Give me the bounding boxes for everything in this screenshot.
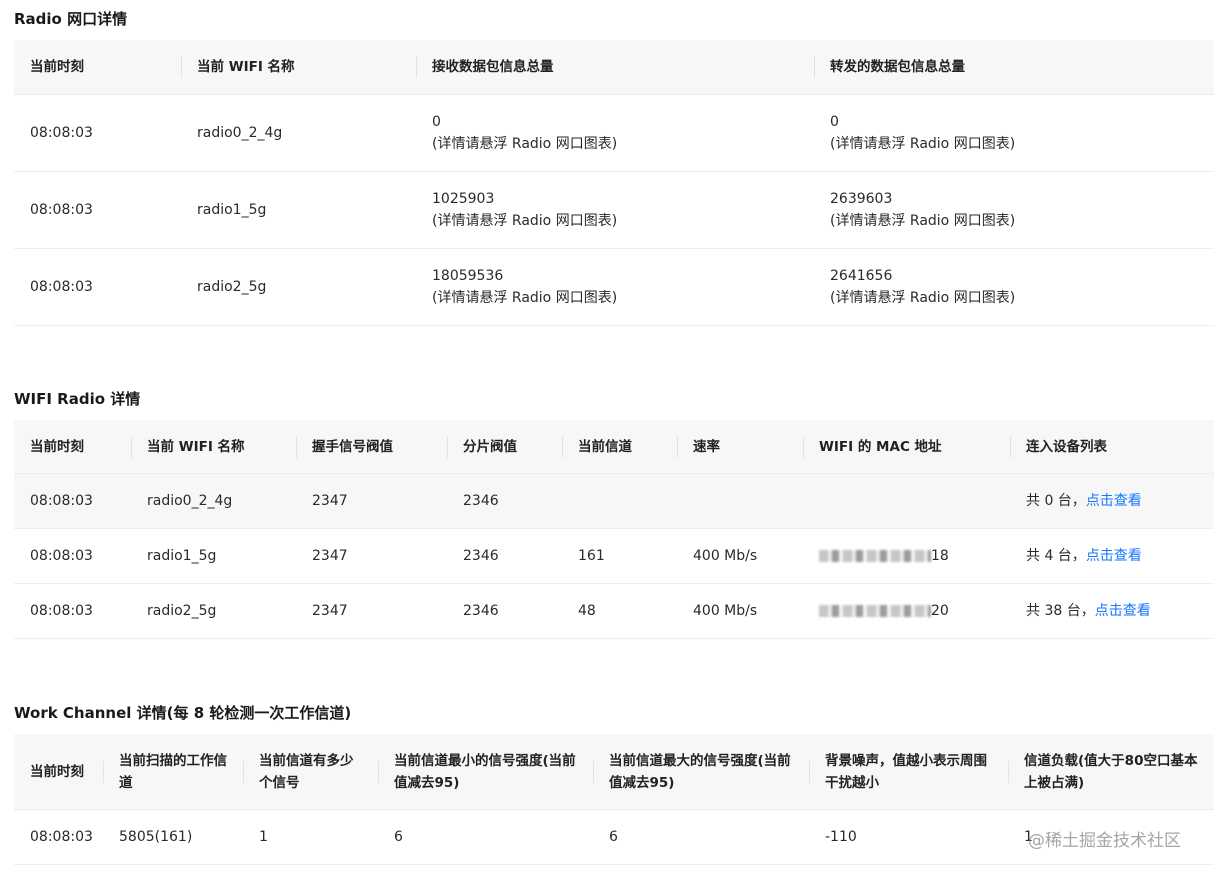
cell-wifi-name: radio1_5g (181, 171, 416, 249)
cell-channel: 161 (562, 528, 677, 584)
cell-wifi-name: radio2_5g (131, 583, 296, 639)
cell-time: 08:08:03 (14, 171, 181, 249)
table-row: 08:08:03 radio1_5g 1025903 (详情请悬浮 Radio 网… (14, 171, 1214, 249)
col-header-rate: 速率 (677, 420, 803, 474)
cell-rx[interactable]: 18059536 (详情请悬浮 Radio 网口图表) (416, 248, 814, 326)
col-header-noise: 背景噪声，值越小表示周围干扰越小 (809, 734, 1008, 810)
cell-handshake: 2347 (296, 473, 447, 529)
watermark-text: @稀土掘金技术社区 (1028, 831, 1181, 851)
col-header-time: 当前时刻 (14, 734, 103, 810)
cell-max-signal: 6 (593, 809, 809, 865)
table-header-row: 当前时刻 当前扫描的工作信道 当前信道有多少个信号 当前信道最小的信号强度(当前… (14, 734, 1214, 810)
table-row: 08:08:03 radio0_2_4g 0 (详情请悬浮 Radio 网口图表)… (14, 94, 1214, 172)
cell-rx[interactable]: 1025903 (详情请悬浮 Radio 网口图表) (416, 171, 814, 249)
table-header-row: 当前时刻 当前 WIFI 名称 握手信号阀值 分片阀值 当前信道 速率 WIFI… (14, 420, 1214, 474)
col-header-mac: WIFI 的 MAC 地址 (803, 420, 1010, 474)
col-header-scan-channel: 当前扫描的工作信道 (103, 734, 243, 810)
cell-rx[interactable]: 0 (详情请悬浮 Radio 网口图表) (416, 94, 814, 172)
col-header-rx-total: 接收数据包信息总量 (416, 40, 814, 95)
cell-tx[interactable]: 2639603 (详情请悬浮 Radio 网口图表) (814, 171, 1214, 249)
cell-scan-channel: 5805(161) (103, 809, 243, 865)
cell-rate: 400 Mb/s (677, 528, 803, 584)
cell-wifi-name: radio0_2_4g (131, 473, 296, 529)
col-header-signal-count: 当前信道有多少个信号 (243, 734, 378, 810)
section-title-wifi-radio: WIFI Radio 详情 (14, 390, 141, 408)
table-row: 08:08:03 radio1_5g 2347 2346 161 400 Mb/… (14, 528, 1214, 584)
col-header-max-signal: 当前信道最大的信号强度(当前值减去95) (593, 734, 809, 810)
cell-mac: 20 (803, 583, 1010, 639)
table-header-row: 当前时刻 当前 WIFI 名称 接收数据包信息总量 转发的数据包信息总量 (14, 40, 1214, 95)
cell-wifi-name: radio1_5g (131, 528, 296, 584)
cell-devices: 共 0 台，点击查看 (1010, 473, 1214, 529)
cell-devices: 共 4 台，点击查看 (1010, 528, 1214, 584)
cell-min-signal: 6 (378, 809, 593, 865)
cell-channel (562, 473, 677, 529)
cell-time: 08:08:03 (14, 583, 131, 639)
col-header-handshake-threshold: 握手信号阀值 (296, 420, 447, 474)
cell-rate (677, 473, 803, 529)
cell-fragment: 2346 (447, 528, 562, 584)
table-row: 08:08:03 radio2_5g 18059536 (详情请悬浮 Radio … (14, 248, 1214, 326)
cell-mac (803, 473, 1010, 529)
cell-tx[interactable]: 0 (详情请悬浮 Radio 网口图表) (814, 94, 1214, 172)
cell-time: 08:08:03 (14, 248, 181, 326)
mac-redacted-mask (819, 605, 931, 617)
cell-signal-count: 1 (243, 809, 378, 865)
section-title-work-channel: Work Channel 详情(每 8 轮检测一次工作信道) (14, 704, 352, 722)
cell-time: 08:08:03 (14, 528, 131, 584)
mac-redacted-mask (819, 550, 931, 562)
table-row: 08:08:03 radio2_5g 2347 2346 48 400 Mb/s… (14, 583, 1214, 639)
col-header-channel-load: 信道负载(值大于80空口基本上被占满) (1008, 734, 1214, 810)
view-devices-link[interactable]: 点击查看 (1095, 603, 1151, 619)
cell-fragment: 2346 (447, 473, 562, 529)
col-header-wifi-name: 当前 WIFI 名称 (181, 40, 416, 95)
cell-noise: -110 (809, 809, 1008, 865)
cell-time: 08:08:03 (14, 94, 181, 172)
col-header-time: 当前时刻 (14, 40, 181, 95)
cell-wifi-name: radio2_5g (181, 248, 416, 326)
cell-time: 08:08:03 (14, 473, 131, 529)
cell-channel: 48 (562, 583, 677, 639)
cell-time: 08:08:03 (14, 809, 103, 865)
cell-handshake: 2347 (296, 583, 447, 639)
wifi-radio-table: 当前时刻 当前 WIFI 名称 握手信号阀值 分片阀值 当前信道 速率 WIFI… (14, 420, 1214, 639)
section-title-radio-port: Radio 网口详情 (14, 10, 128, 28)
col-header-min-signal: 当前信道最小的信号强度(当前值减去95) (378, 734, 593, 810)
cell-mac: 18 (803, 528, 1010, 584)
cell-tx[interactable]: 2641656 (详情请悬浮 Radio 网口图表) (814, 248, 1214, 326)
col-header-channel: 当前信道 (562, 420, 677, 474)
radio-port-table: 当前时刻 当前 WIFI 名称 接收数据包信息总量 转发的数据包信息总量 08:… (14, 40, 1214, 326)
view-devices-link[interactable]: 点击查看 (1086, 548, 1142, 564)
cell-wifi-name: radio0_2_4g (181, 94, 416, 172)
col-header-time: 当前时刻 (14, 420, 131, 474)
col-header-fragment-threshold: 分片阀值 (447, 420, 562, 474)
cell-handshake: 2347 (296, 528, 447, 584)
cell-fragment: 2346 (447, 583, 562, 639)
col-header-devices: 连入设备列表 (1010, 420, 1214, 474)
col-header-wifi-name: 当前 WIFI 名称 (131, 420, 296, 474)
cell-devices: 共 38 台，点击查看 (1010, 583, 1214, 639)
view-devices-link[interactable]: 点击查看 (1086, 493, 1142, 509)
col-header-tx-total: 转发的数据包信息总量 (814, 40, 1214, 95)
cell-rate: 400 Mb/s (677, 583, 803, 639)
table-row: 08:08:03 radio0_2_4g 2347 2346 共 0 台，点击查… (14, 473, 1214, 529)
